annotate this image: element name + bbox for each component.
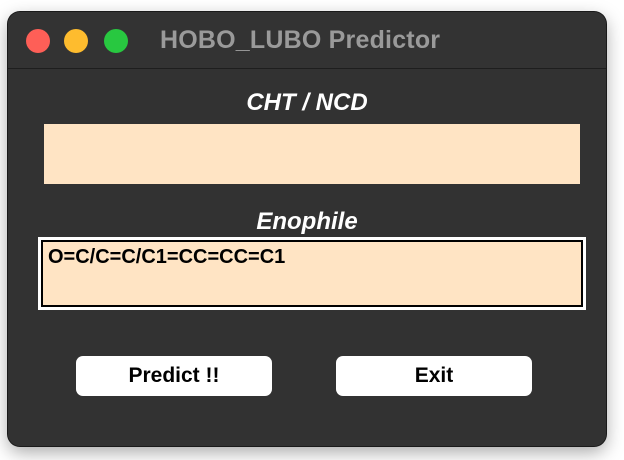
title-bar[interactable]: HOBO_LUBO Predictor	[8, 12, 606, 69]
app-window: HOBO_LUBO Predictor CHT / NCD Enophile O…	[8, 12, 606, 446]
cht-ncd-input[interactable]	[44, 124, 580, 184]
enophile-input-focus-ring: O=C/C=C/C1=CC=CC=C1	[38, 237, 586, 310]
main-panel: CHT / NCD Enophile O=C/C=C/C1=CC=CC=C1 P…	[8, 69, 606, 446]
enophile-input[interactable]: O=C/C=C/C1=CC=CC=C1	[41, 240, 583, 307]
predict-button[interactable]: Predict !!	[76, 356, 272, 396]
window-title: HOBO_LUBO Predictor	[160, 26, 441, 54]
minimize-window-button[interactable]	[64, 29, 88, 53]
maximize-window-button[interactable]	[104, 29, 128, 53]
enophile-label: Enophile	[256, 208, 358, 235]
exit-button[interactable]: Exit	[336, 356, 532, 396]
close-window-button[interactable]	[26, 29, 50, 53]
cht-ncd-label: CHT / NCD	[246, 89, 368, 116]
